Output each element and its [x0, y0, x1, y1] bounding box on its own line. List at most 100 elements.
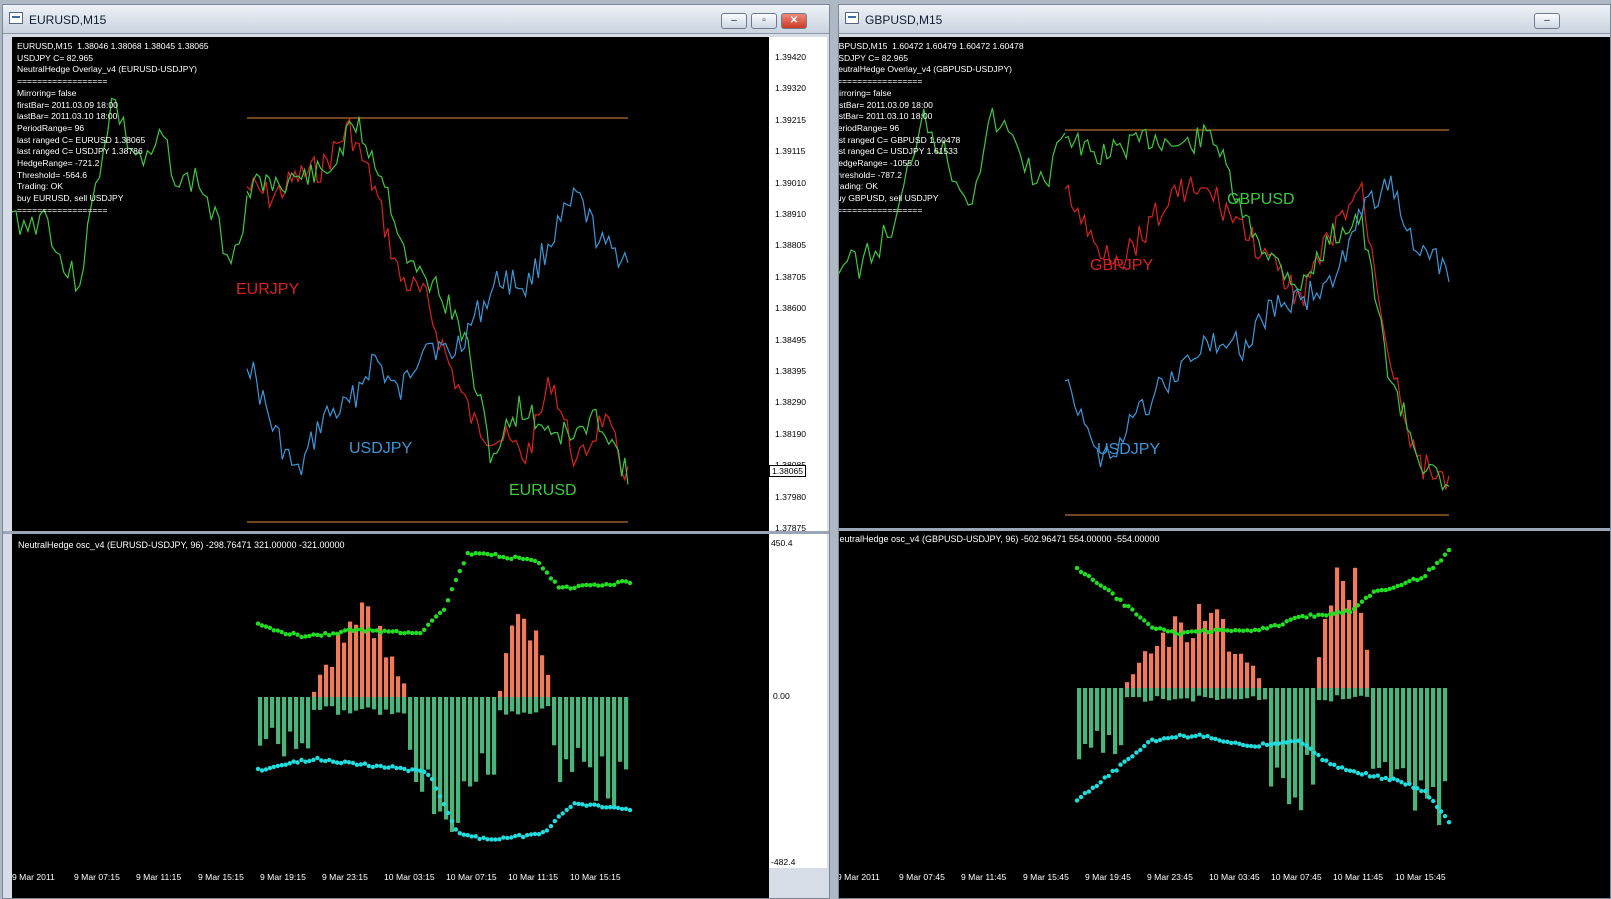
price-chart[interactable]: EURUSD,M15 1.38046 1.38068 1.38045 1.380…: [12, 37, 769, 531]
upper-band-dot: [532, 558, 538, 564]
gbpjpy-series-label: GBPJPY: [1090, 257, 1154, 274]
lower-band-dot: [259, 768, 265, 773]
upper-band-dot: [267, 625, 273, 630]
lower-band-dot: [608, 805, 613, 810]
positive-histogram-bar: [540, 655, 545, 697]
positive-histogram-bar: [528, 640, 533, 697]
positive-histogram-bar: [384, 657, 389, 697]
negative-histogram-bar: [510, 697, 515, 712]
upper-band-dot: [1292, 615, 1297, 621]
minimize-button[interactable]: –: [721, 13, 747, 29]
lower-band-dot: [1363, 770, 1369, 776]
upper-band-dot: [271, 628, 276, 633]
lower-band-dot: [1098, 780, 1103, 785]
negative-histogram-bar: [1329, 688, 1334, 702]
time-tick: 9 Mar 15:45: [1023, 872, 1069, 882]
upper-band-dot: [445, 598, 451, 603]
lower-band-dot: [414, 767, 419, 772]
lower-band-dot: [382, 765, 387, 770]
negative-histogram-bar: [1191, 688, 1196, 702]
upper-band-dot: [477, 551, 482, 556]
negative-histogram-bar: [564, 697, 569, 760]
window-title-bar[interactable]: EURUSD,M15 – ▫ ✕: [3, 5, 829, 34]
upper-band-dot: [1205, 630, 1210, 635]
upper-band-dot: [402, 631, 407, 636]
lower-band-dot: [1367, 774, 1373, 779]
upper-band-dot: [1086, 573, 1092, 579]
upper-band-dot: [299, 634, 304, 640]
oscillator-chart[interactable]: NeutralHedge osc_v4 (GBPUSD-USDJPY, 96) …: [839, 531, 1610, 868]
upper-band-dot: [520, 556, 526, 562]
lower-band-dot: [1375, 773, 1380, 778]
lower-band-dot: [1419, 788, 1424, 794]
lower-band-dot: [1304, 743, 1309, 748]
negative-histogram-bar: [420, 697, 425, 792]
lower-band-dot: [1126, 756, 1131, 762]
negative-histogram-bar: [1311, 688, 1316, 785]
positive-histogram-bar: [330, 666, 335, 697]
lower-band-dot: [1371, 774, 1376, 779]
gbpusd-chart-window[interactable]: GBPUSD,M15 – GBPUSD,M15 1.60472 1.60479 …: [838, 4, 1611, 899]
upper-band-dot: [481, 551, 486, 556]
lower-band-dot: [528, 832, 534, 837]
lower-band-dot: [386, 765, 391, 770]
upper-band-dot: [469, 552, 474, 557]
eurusd-chart-window[interactable]: EURUSD,M15 – ▫ ✕ EURUSD,M15 1.38046 1.38…: [2, 4, 830, 899]
lower-band-dot: [311, 757, 316, 763]
lower-band-dot: [1110, 768, 1115, 774]
info-line: Trading: OK: [839, 181, 879, 192]
upper-band-dot: [1169, 629, 1175, 634]
eurjpy-series-label: EURJPY: [236, 281, 300, 298]
time-tick: 9 Mar 2011: [838, 872, 880, 882]
upper-band-dot: [1379, 587, 1384, 593]
lower-band-dot: [1142, 743, 1147, 749]
maximize-button[interactable]: ▫: [751, 13, 777, 29]
lower-band-dot: [1177, 732, 1183, 738]
price-axis[interactable]: 1.39420 1.39320 1.39215 1.39115 1.39010 1.389…: [769, 37, 827, 533]
close-button[interactable]: ✕: [781, 13, 807, 29]
info-line: PeriodRange= 96: [838, 122, 900, 133]
lower-band-dot: [1407, 781, 1412, 786]
positive-histogram-bar: [1257, 678, 1262, 688]
lower-band-dot: [501, 835, 506, 840]
lower-band-dot: [1383, 775, 1388, 781]
lower-band-dot: [307, 758, 312, 764]
lower-band-dot: [1355, 770, 1361, 776]
upper-band-dot: [291, 630, 296, 636]
lower-band-dot: [509, 835, 514, 840]
price-chart[interactable]: GBPUSD,M15 1.60472 1.60479 1.60472 1.604…: [838, 37, 1610, 528]
lower-band-dot: [394, 765, 399, 771]
oscillator-axis[interactable]: 450.4 0.00 -482.4: [769, 534, 827, 868]
upper-band-dot: [255, 621, 261, 626]
lower-band-dot: [592, 802, 597, 807]
price-tick: 1.39320: [775, 83, 807, 94]
negative-histogram-bar: [1323, 688, 1328, 701]
info-line: buy GBPUSD, sell USDJPY: [838, 193, 939, 204]
upper-band-dot: [517, 555, 522, 560]
lower-band-dot: [1438, 809, 1444, 814]
lower-band-dot: [1181, 733, 1187, 739]
lower-band-dot: [1217, 738, 1222, 743]
negative-histogram-bar: [288, 697, 293, 732]
price-tick: 1.38395: [775, 366, 807, 376]
lower-band-dot: [572, 801, 577, 806]
upper-band-dot: [576, 583, 581, 589]
minimize-button[interactable]: –: [1534, 13, 1560, 29]
negative-histogram-bar: [1287, 688, 1292, 805]
upper-band-dot: [346, 627, 352, 632]
negative-histogram-bar: [1221, 688, 1226, 699]
window-title-bar[interactable]: GBPUSD,M15 –: [839, 5, 1610, 34]
upper-band-dot: [1252, 627, 1258, 632]
upper-band-dot: [1217, 627, 1222, 632]
negative-histogram-bar: [1095, 688, 1100, 731]
negative-histogram-bar: [270, 697, 275, 728]
lower-band-dot: [556, 814, 561, 819]
upper-band-dot: [1316, 612, 1321, 617]
oscillator-chart[interactable]: NeutralHedge osc_v4 (EURUSD-USDJPY, 96) …: [12, 534, 769, 868]
lower-band-dot: [1324, 758, 1329, 763]
time-axis: 9 Mar 2011 9 Mar 07:45 9 Mar 11:45 9 Mar 15…: [838, 868, 1610, 898]
positive-histogram-bar: [1155, 645, 1160, 688]
negative-histogram-bar: [1227, 688, 1232, 699]
lower-band-dot: [1153, 739, 1159, 744]
negative-histogram-bar: [1437, 688, 1442, 826]
